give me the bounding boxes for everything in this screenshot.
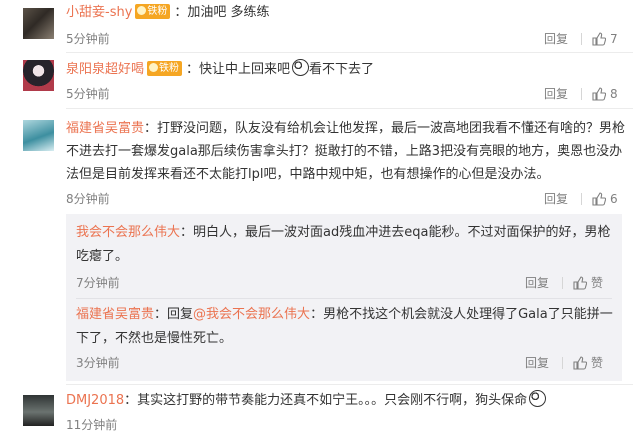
mention-link[interactable]: @我会不会那么伟大: [193, 307, 310, 322]
fan-badge-icon: [149, 63, 159, 72]
reply-text: 吃瘪了。: [76, 249, 129, 264]
thumbs-up-icon: [573, 356, 588, 370]
comment-text: 看不下去了: [309, 62, 375, 77]
like-button[interactable]: 8: [592, 85, 618, 103]
fan-badge-icon: [137, 6, 147, 15]
divider: [581, 33, 582, 45]
reply-button[interactable]: 回复: [525, 274, 549, 292]
avatar[interactable]: [23, 395, 54, 426]
emoji-icon: [292, 59, 310, 76]
avatar[interactable]: [23, 60, 54, 91]
reply-text: 明白人，最后一波对面ad残血冲进去eqa能秒。不过对面保护的好，男枪: [193, 225, 611, 240]
comment-item: 泉阳泉超好喝 铁粉 ：快让中上回来吧 看不下去了 5分钟前 回复 8: [0, 53, 641, 106]
comment-item: 小甜妾-shy 铁粉 ：加油吧 多练练 5分钟前 回复 7: [0, 0, 641, 50]
emoji-icon: [529, 390, 547, 407]
username-link[interactable]: DMJ2018: [66, 393, 124, 408]
timestamp: 7分钟前: [76, 276, 120, 290]
username-link[interactable]: 小甜妾-shy: [66, 5, 132, 20]
timestamp: 5分钟前: [66, 87, 110, 101]
username-link[interactable]: 我会不会那么伟大: [76, 225, 180, 240]
reply-thread: 我会不会那么伟大：明白人，最后一波对面ad残血冲进去eqa能秒。不过对面保护的好…: [66, 214, 622, 381]
thumbs-up-icon: [573, 276, 588, 290]
timestamp: 11分钟前: [66, 418, 118, 432]
like-button[interactable]: 7: [592, 30, 618, 48]
avatar[interactable]: [23, 8, 54, 39]
timestamp: 8分钟前: [66, 192, 110, 206]
username-link[interactable]: 福建省吴富贵: [76, 307, 154, 322]
like-button[interactable]: 赞: [573, 274, 603, 292]
comment-text: 其实这打野的带节奏能力还真不如宁王。。。只会刚不行啊，狗头保命: [137, 393, 528, 408]
divider: [66, 108, 633, 109]
comment-text: 法但是目前发挥来看还不太能打lpl吧，中路中规中矩，也有想操作的心但是没办法。: [66, 167, 550, 182]
comment-text: 打野没问题，队友没有给机会让他发挥，最后一波高地团我看不懂还有啥的？男枪: [157, 121, 626, 136]
timestamp: 5分钟前: [66, 32, 110, 46]
fan-badge: 铁粉: [135, 4, 171, 19]
reply-text: 男枪不找这个机会就没人处理得了Gala了只能拼一: [323, 307, 613, 322]
thumbs-up-icon: [592, 87, 607, 101]
like-button[interactable]: 赞: [573, 354, 603, 372]
username-link[interactable]: 福建省吴富贵: [66, 121, 144, 136]
divider: [66, 384, 633, 385]
divider: [76, 298, 612, 299]
reply-text: 下了，不然也是慢性死亡。: [76, 331, 233, 346]
reply-button[interactable]: 回复: [544, 85, 568, 103]
reply-button[interactable]: 回复: [525, 354, 549, 372]
comment-text: 快让中上回来吧: [199, 62, 291, 77]
divider: [581, 193, 582, 205]
comment-item: 福建省吴富贵：打野没问题，队友没有给机会让他发挥，最后一波高地团我看不懂还有啥的…: [0, 110, 641, 210]
divider: [581, 88, 582, 100]
fan-badge: 铁粉: [147, 61, 183, 76]
comment-text: 加油吧 多练练: [187, 5, 270, 20]
divider: [562, 277, 563, 289]
avatar[interactable]: [23, 120, 54, 151]
thumbs-up-icon: [592, 192, 607, 206]
thumbs-up-icon: [592, 32, 607, 46]
username-link[interactable]: 泉阳泉超好喝: [66, 62, 144, 77]
comment-item: DMJ2018：其实这打野的带节奏能力还真不如宁王。。。只会刚不行啊，狗头保命 …: [0, 386, 641, 433]
divider: [562, 357, 563, 369]
comment-text: 不进去打一套爆发gala那后续伤害拿头打？挺敢打的不错，上路3把没有亮眼的地方，…: [66, 144, 623, 159]
like-button[interactable]: 6: [592, 190, 618, 208]
reply-button[interactable]: 回复: [544, 190, 568, 208]
reply-button[interactable]: 回复: [544, 30, 568, 48]
timestamp: 3分钟前: [76, 356, 120, 370]
